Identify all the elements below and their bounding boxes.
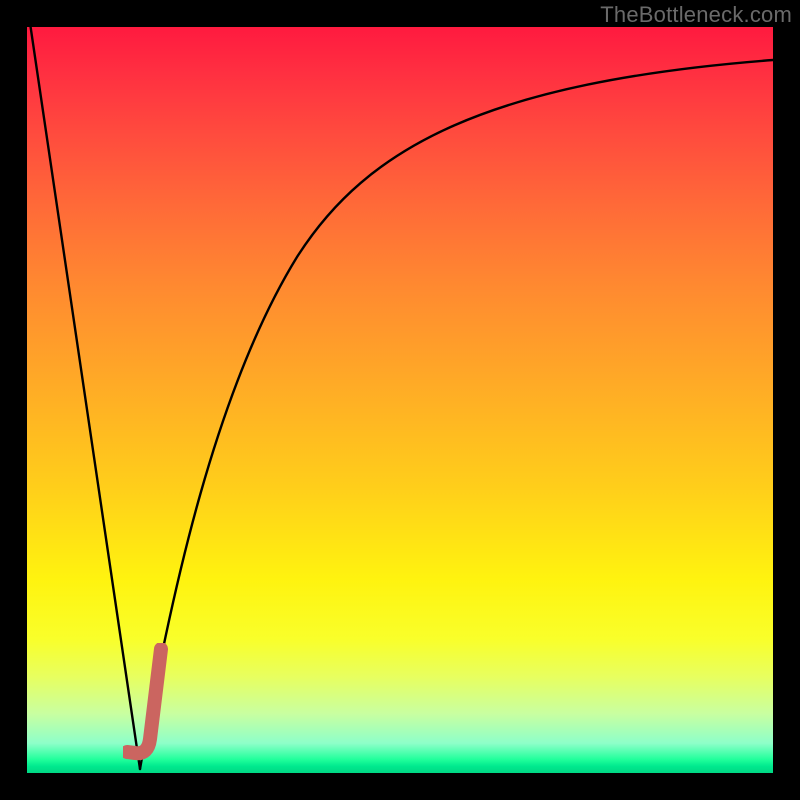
plot-area — [27, 27, 773, 773]
j-hook-icon — [127, 649, 161, 753]
chart-frame: TheBottleneck.com — [0, 0, 800, 800]
watermark-text: TheBottleneck.com — [600, 2, 792, 28]
j-hook-marker — [123, 643, 183, 773]
curve-right-branch — [140, 60, 773, 769]
